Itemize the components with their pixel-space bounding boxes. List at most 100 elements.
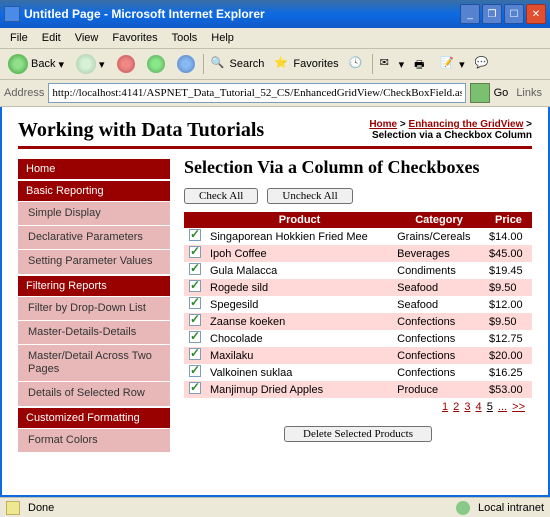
- products-grid: Product Category Price Singaporean Hokki…: [184, 212, 532, 398]
- sidebar-item[interactable]: Format Colors: [18, 429, 170, 452]
- breadcrumb-section[interactable]: Enhancing the GridView: [409, 119, 524, 130]
- address-input[interactable]: [48, 83, 465, 103]
- row-checkbox[interactable]: [189, 297, 201, 309]
- table-row: Rogede sildSeafood$9.50: [184, 279, 532, 296]
- cell-price: $53.00: [485, 381, 532, 398]
- row-checkbox[interactable]: [189, 263, 201, 275]
- pager: 1 2 3 4 5 ... >>: [184, 398, 532, 416]
- sidebar-item[interactable]: Filter by Drop-Down List: [18, 297, 170, 320]
- discuss-icon: 💬: [475, 56, 491, 72]
- cell-product: Spegesild: [206, 296, 393, 313]
- cell-product: Zaanse koeken: [206, 313, 393, 330]
- row-checkbox[interactable]: [189, 246, 201, 258]
- toolbar-separator: [372, 54, 373, 74]
- pager-link[interactable]: 3: [464, 401, 470, 413]
- links-label[interactable]: Links: [512, 87, 546, 99]
- table-row: ChocoladeConfections$12.75: [184, 330, 532, 347]
- pager-next[interactable]: >>: [512, 401, 525, 413]
- menu-view[interactable]: View: [69, 30, 105, 46]
- cell-product: Gula Malacca: [206, 262, 393, 279]
- cell-product: Ipoh Coffee: [206, 245, 393, 262]
- sidebar-header[interactable]: Home: [18, 159, 170, 179]
- cell-category: Confections: [393, 313, 485, 330]
- cell-category: Beverages: [393, 245, 485, 262]
- sidebar-header[interactable]: Customized Formatting: [18, 408, 170, 428]
- refresh-button[interactable]: [143, 53, 169, 75]
- breadcrumb-home[interactable]: Home: [369, 119, 397, 130]
- row-checkbox[interactable]: [189, 382, 201, 394]
- stop-icon: [117, 55, 135, 73]
- cell-price: $16.25: [485, 364, 532, 381]
- cell-product: Manjimup Dried Apples: [206, 381, 393, 398]
- forward-button[interactable]: ▾: [72, 52, 109, 76]
- sidebar-item[interactable]: Master-Details-Details: [18, 321, 170, 344]
- cell-category: Produce: [393, 381, 485, 398]
- refresh-icon: [147, 55, 165, 73]
- breadcrumb: Home > Enhancing the GridView > Selectio…: [369, 119, 532, 141]
- main-content: Selection Via a Column of Checkboxes Che…: [184, 157, 532, 452]
- go-label: Go: [494, 87, 509, 99]
- row-checkbox[interactable]: [189, 229, 201, 241]
- search-icon: 🔍: [211, 56, 227, 72]
- pager-current: 5: [487, 401, 493, 413]
- pager-link[interactable]: 1: [442, 401, 448, 413]
- row-checkbox[interactable]: [189, 314, 201, 326]
- sidebar-item[interactable]: Details of Selected Row: [18, 382, 170, 405]
- stop-button[interactable]: [113, 53, 139, 75]
- menu-help[interactable]: Help: [205, 30, 240, 46]
- ie-icon: [4, 6, 20, 22]
- sidebar-header[interactable]: Basic Reporting: [18, 181, 170, 201]
- maximize-button[interactable]: ☐: [504, 4, 524, 24]
- row-checkbox[interactable]: [189, 365, 201, 377]
- row-checkbox[interactable]: [189, 331, 201, 343]
- toolbar-separator: [203, 54, 204, 74]
- menu-edit[interactable]: Edit: [36, 30, 67, 46]
- restore-button[interactable]: ❐: [482, 4, 502, 24]
- browser-viewport: Working with Data Tutorials Home > Enhan…: [0, 107, 550, 497]
- sidebar-item[interactable]: Setting Parameter Values: [18, 250, 170, 273]
- back-button[interactable]: Back ▾: [4, 52, 68, 76]
- breadcrumb-current: Selection via a Checkbox Column: [372, 130, 532, 141]
- sidebar-header[interactable]: Filtering Reports: [18, 276, 170, 296]
- cell-price: $20.00: [485, 347, 532, 364]
- table-row: MaxilakuConfections$20.00: [184, 347, 532, 364]
- pager-link[interactable]: 4: [476, 401, 482, 413]
- search-button[interactable]: 🔍Search: [208, 54, 268, 74]
- menu-tools[interactable]: Tools: [166, 30, 204, 46]
- page-title: Working with Data Tutorials: [18, 119, 264, 142]
- history-icon: 🕓: [349, 56, 365, 72]
- minimize-button[interactable]: _: [460, 4, 480, 24]
- menu-favorites[interactable]: Favorites: [106, 30, 163, 46]
- history-button[interactable]: 🕓: [346, 54, 368, 74]
- favorites-button[interactable]: ⭐Favorites: [271, 54, 341, 74]
- table-row: Singaporean Hokkien Fried MeeGrains/Cere…: [184, 228, 532, 245]
- home-icon: [177, 55, 195, 73]
- home-button[interactable]: [173, 53, 199, 75]
- cell-price: $45.00: [485, 245, 532, 262]
- sidebar-item[interactable]: Simple Display: [18, 202, 170, 225]
- edit-button[interactable]: 📝▾: [437, 54, 468, 74]
- discuss-button[interactable]: 💬: [472, 54, 494, 74]
- address-label: Address: [4, 87, 44, 99]
- close-button[interactable]: ✕: [526, 4, 546, 24]
- row-checkbox[interactable]: [189, 280, 201, 292]
- cell-price: $14.00: [485, 228, 532, 245]
- sidebar-item[interactable]: Declarative Parameters: [18, 226, 170, 249]
- menu-file[interactable]: File: [4, 30, 34, 46]
- go-button[interactable]: [470, 83, 490, 103]
- check-all-button[interactable]: Check All: [184, 188, 258, 204]
- cell-product: Chocolade: [206, 330, 393, 347]
- print-button[interactable]: 🖶: [411, 54, 433, 74]
- cell-product: Rogede sild: [206, 279, 393, 296]
- pager-ellipsis[interactable]: ...: [498, 401, 507, 413]
- row-checkbox[interactable]: [189, 348, 201, 360]
- cell-product: Valkoinen suklaa: [206, 364, 393, 381]
- menubar: File Edit View Favorites Tools Help: [0, 28, 550, 49]
- delete-selected-button[interactable]: Delete Selected Products: [284, 426, 432, 442]
- uncheck-all-button[interactable]: Uncheck All: [267, 188, 352, 204]
- sidebar-item[interactable]: Master/Detail Across Two Pages: [18, 345, 170, 381]
- cell-category: Confections: [393, 364, 485, 381]
- pager-link[interactable]: 2: [453, 401, 459, 413]
- cell-category: Condiments: [393, 262, 485, 279]
- mail-button[interactable]: ✉▾: [377, 54, 408, 74]
